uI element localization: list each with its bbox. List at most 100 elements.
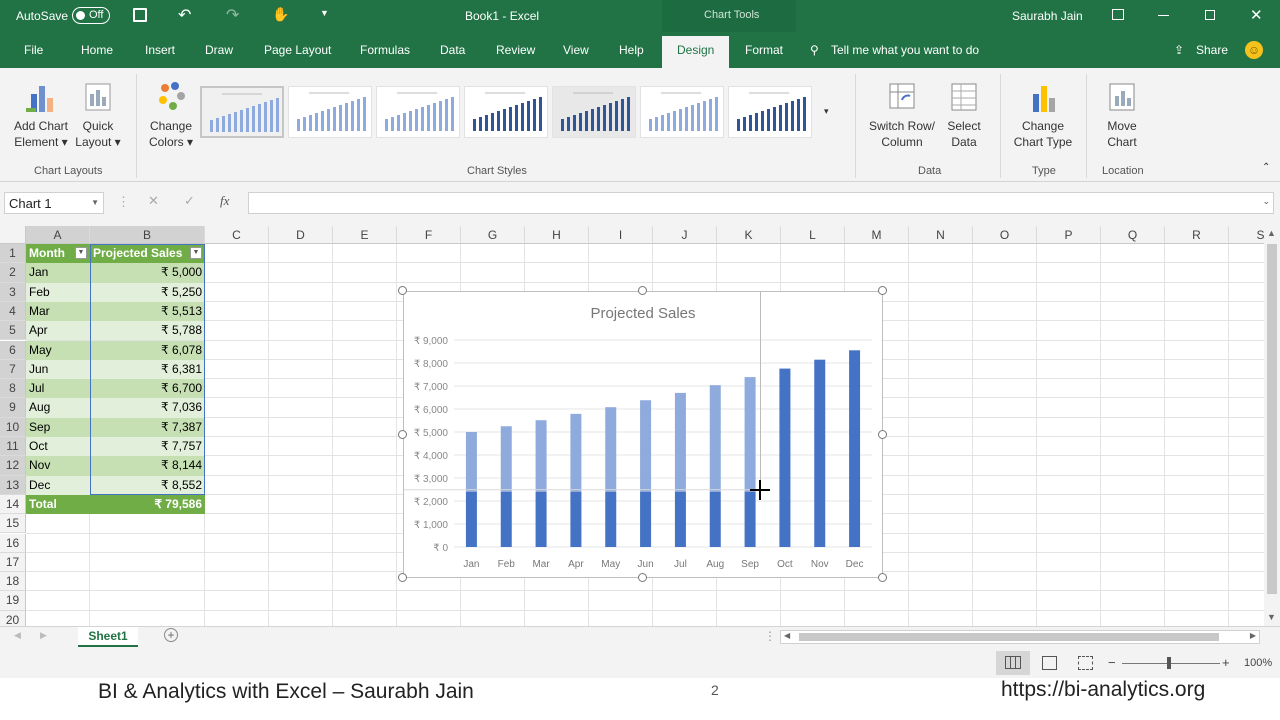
chart-resize-handle[interactable] xyxy=(638,573,647,582)
horizontal-scrollbar[interactable]: ◀ ▶ xyxy=(780,630,1260,644)
column-header-E[interactable]: E xyxy=(333,226,397,244)
table-cell-sales[interactable]: ₹ 5,000 xyxy=(90,263,205,283)
column-header-B[interactable]: B xyxy=(90,226,205,244)
scroll-up-icon[interactable]: ▲ xyxy=(1267,228,1276,238)
normal-view-button[interactable] xyxy=(996,651,1030,675)
chart-style-5[interactable] xyxy=(552,86,636,138)
split-handle-icon[interactable]: ⋮ xyxy=(764,629,776,643)
sheet-tab-sheet1[interactable]: Sheet1 xyxy=(78,627,138,647)
scroll-right-icon[interactable]: ▶ xyxy=(1250,631,1256,640)
chart-style-4[interactable] xyxy=(464,86,548,138)
table-cell-sales[interactable]: ₹ 8,144 xyxy=(90,456,205,476)
filter-dropdown-icon[interactable]: ▼ xyxy=(75,247,87,259)
next-sheet-icon[interactable]: ▶ xyxy=(40,630,47,641)
tab-format[interactable]: Format xyxy=(745,43,783,57)
column-header-S[interactable]: S xyxy=(1229,226,1264,244)
row-header-20[interactable]: 20 xyxy=(0,610,26,626)
chart-resize-handle[interactable] xyxy=(878,429,887,439)
move-chart-button[interactable]: Move Chart xyxy=(1096,80,1148,150)
chart-style-3[interactable] xyxy=(376,86,460,138)
chart-resize-handle[interactable] xyxy=(878,286,887,295)
qat-dropdown-icon[interactable]: ▼ xyxy=(320,8,329,18)
scroll-left-icon[interactable]: ◀ xyxy=(784,631,790,640)
tab-insert[interactable]: Insert xyxy=(145,43,175,57)
cancel-icon[interactable]: ✕ xyxy=(148,193,159,209)
row-header-5[interactable]: 5 xyxy=(0,321,26,341)
minimize-icon[interactable] xyxy=(1158,15,1169,16)
row-header-14[interactable]: 14 xyxy=(0,494,26,515)
smiley-feedback-icon[interactable]: ☺ xyxy=(1245,41,1263,59)
chart-resize-handle[interactable] xyxy=(398,573,407,582)
new-sheet-icon[interactable]: + xyxy=(164,628,178,642)
prev-sheet-icon[interactable]: ◀ xyxy=(14,630,21,641)
tell-me-input[interactable]: Tell me what you want to do xyxy=(831,43,979,57)
table-cell-sales[interactable]: ₹ 8,552 xyxy=(90,475,205,495)
row-header-8[interactable]: 8 xyxy=(0,379,26,399)
row-header-19[interactable]: 19 xyxy=(0,591,26,611)
chart-style-1[interactable] xyxy=(200,86,284,138)
table-cell-month[interactable]: Sep xyxy=(26,417,90,437)
zoom-out-icon[interactable]: − xyxy=(1108,655,1116,670)
tab-data[interactable]: Data xyxy=(440,43,465,57)
column-header-A[interactable]: A xyxy=(26,226,90,244)
zoom-level[interactable]: 100% xyxy=(1244,657,1272,669)
tab-page-layout[interactable]: Page Layout xyxy=(264,43,331,57)
switch-row-column-button[interactable]: Switch Row/ Column xyxy=(866,80,938,150)
column-header-K[interactable]: K xyxy=(717,226,781,244)
table-total-label[interactable]: Total xyxy=(26,494,90,515)
row-header-10[interactable]: 10 xyxy=(0,417,26,437)
page-layout-view-icon[interactable] xyxy=(1042,656,1057,670)
gallery-more-icon[interactable]: ▾ xyxy=(824,106,829,117)
column-header-P[interactable]: P xyxy=(1037,226,1101,244)
page-break-view-icon[interactable] xyxy=(1078,656,1093,670)
column-header-M[interactable]: M xyxy=(845,226,909,244)
tab-view[interactable]: View xyxy=(563,43,589,57)
table-cell-sales[interactable]: ₹ 5,513 xyxy=(90,301,205,322)
table-cell-month[interactable]: Dec xyxy=(26,475,90,495)
column-header-L[interactable]: L xyxy=(781,226,845,244)
row-header-16[interactable]: 16 xyxy=(0,533,26,553)
touch-mode-icon[interactable]: ✋ xyxy=(272,6,289,23)
table-cell-sales[interactable]: ₹ 6,078 xyxy=(90,340,205,360)
ribbon-display-icon[interactable] xyxy=(1112,9,1124,20)
row-header-9[interactable]: 9 xyxy=(0,398,26,418)
table-cell-sales[interactable]: ₹ 5,788 xyxy=(90,321,205,341)
table-cell-sales[interactable]: ₹ 5,250 xyxy=(90,282,205,302)
chart-resize-handle[interactable] xyxy=(398,429,407,439)
chart-style-2[interactable] xyxy=(288,86,372,138)
chart-style-6[interactable] xyxy=(640,86,724,138)
table-cell-sales[interactable]: ₹ 6,700 xyxy=(90,379,205,399)
scroll-down-icon[interactable]: ▼ xyxy=(1267,612,1276,622)
table-cell-sales[interactable]: ₹ 7,387 xyxy=(90,417,205,437)
row-header-15[interactable]: 15 xyxy=(0,514,26,534)
chart-style-7[interactable] xyxy=(728,86,812,138)
lightbulb-search-icon[interactable]: ⚲ xyxy=(810,43,819,57)
collapse-ribbon-icon[interactable]: ⌃ xyxy=(1262,162,1270,173)
zoom-in-icon[interactable]: + xyxy=(1222,655,1230,670)
table-cell-sales[interactable]: ₹ 6,381 xyxy=(90,359,205,380)
vertical-scrollbar[interactable]: ▲ ▼ xyxy=(1264,226,1280,626)
row-header-6[interactable]: 6 xyxy=(0,340,26,360)
name-box[interactable]: Chart 1 ▼ xyxy=(4,192,104,214)
table-cell-sales[interactable]: ₹ 7,036 xyxy=(90,398,205,418)
column-header-H[interactable]: H xyxy=(525,226,589,244)
table-cell-month[interactable]: Aug xyxy=(26,398,90,418)
tab-formulas[interactable]: Formulas xyxy=(360,43,410,57)
change-colors-button[interactable]: Change Colors ▾ xyxy=(146,80,196,150)
row-header-1[interactable]: 1 xyxy=(0,244,26,264)
column-header-C[interactable]: C xyxy=(205,226,269,244)
tab-review[interactable]: Review xyxy=(496,43,535,57)
redo-icon[interactable]: ↷ xyxy=(226,5,239,25)
table-cell-month[interactable]: Jul xyxy=(26,379,90,399)
expand-formula-icon[interactable]: ⌄ xyxy=(1262,196,1270,207)
close-icon[interactable]: ✕ xyxy=(1250,6,1263,24)
select-data-button[interactable]: Select Data xyxy=(944,80,984,150)
chart-projected-sales[interactable]: Projected Sales ₹ 0 ₹ 1,000 ₹ 2,000 ₹ 3,000 ₹… xyxy=(403,291,883,578)
save-icon[interactable] xyxy=(133,8,147,22)
enter-icon[interactable]: ✓ xyxy=(184,193,195,209)
quick-layout-button[interactable]: Quick Layout ▾ xyxy=(74,80,122,150)
table-cell-month[interactable]: Mar xyxy=(26,301,90,322)
share-button[interactable]: Share xyxy=(1196,43,1228,57)
tab-draw[interactable]: Draw xyxy=(205,43,233,57)
table-cell-month[interactable]: May xyxy=(26,340,90,360)
